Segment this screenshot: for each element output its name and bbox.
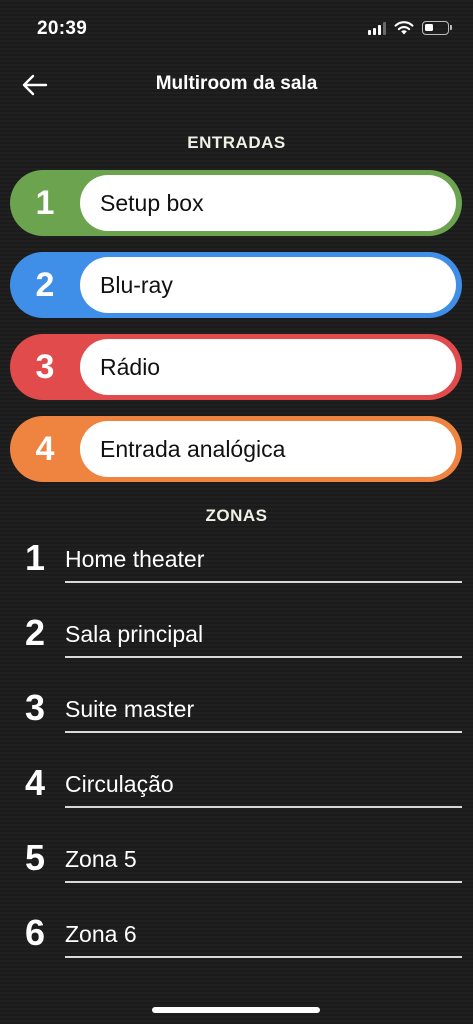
zone-number: 4 <box>24 762 46 803</box>
battery-icon <box>422 20 452 35</box>
zone-divider <box>65 731 462 733</box>
zone-divider <box>65 881 462 883</box>
zone-label: Zona 5 <box>65 846 137 872</box>
input-item-radio[interactable]: 3 Rádio <box>10 334 462 400</box>
zone-label: Zona 6 <box>65 921 137 947</box>
zones-section-title: ZONAS <box>205 506 268 525</box>
zone-divider <box>65 656 462 658</box>
input-label-container: Blu-ray <box>80 257 456 313</box>
zone-item-home-theater[interactable]: 1 Home theater <box>0 536 473 596</box>
home-indicator[interactable] <box>152 1007 320 1013</box>
zone-item-sala-principal[interactable]: 2 Sala principal <box>0 611 473 671</box>
zone-item-circulacao[interactable]: 4 Circulação <box>0 761 473 821</box>
input-label-container: Rádio <box>80 339 456 395</box>
input-number: 4 <box>35 429 55 468</box>
input-item-entrada-analogica[interactable]: 4 Entrada analógica <box>10 416 462 482</box>
input-label-container: Setup box <box>80 175 456 231</box>
zone-number: 6 <box>24 912 46 953</box>
input-label: Setup box <box>100 189 204 216</box>
status-time: 20:39 <box>37 18 88 39</box>
zone-item-zona-5[interactable]: 5 Zona 5 <box>0 836 473 896</box>
status-icons <box>368 20 452 35</box>
input-number: 3 <box>35 347 55 386</box>
cellular-signal-icon <box>368 21 386 35</box>
zone-number: 2 <box>24 612 46 653</box>
input-label-container: Entrada analógica <box>80 421 456 477</box>
input-label: Rádio <box>100 353 161 380</box>
zone-label: Home theater <box>65 546 205 572</box>
input-label: Entrada analógica <box>100 435 286 462</box>
zone-label: Sala principal <box>65 621 204 647</box>
input-item-setup-box[interactable]: 1 Setup box <box>10 170 462 236</box>
zone-divider <box>65 581 462 583</box>
input-item-blu-ray[interactable]: 2 Blu-ray <box>10 252 462 318</box>
input-number: 1 <box>35 183 55 222</box>
header: Multiroom da sala <box>0 60 473 108</box>
app-screen: 20:39 Multiroom da sala ENTRADAS 1 Setup… <box>0 0 473 1024</box>
inputs-section-title: ENTRADAS <box>187 133 286 152</box>
zone-number: 3 <box>24 687 46 728</box>
input-label: Blu-ray <box>100 271 173 298</box>
zone-item-zona-6[interactable]: 6 Zona 6 <box>0 911 473 971</box>
zone-divider <box>65 806 462 808</box>
status-bar: 20:39 <box>0 0 473 60</box>
wifi-icon <box>394 21 414 35</box>
input-number: 2 <box>35 265 55 304</box>
zone-number: 5 <box>24 837 46 878</box>
zone-label: Suite master <box>65 696 195 722</box>
zone-label: Circulação <box>65 771 174 797</box>
zone-item-suite-master[interactable]: 3 Suite master <box>0 686 473 746</box>
zone-divider <box>65 956 462 958</box>
page-title: Multiroom da sala <box>155 73 318 94</box>
zone-number: 1 <box>24 537 46 578</box>
